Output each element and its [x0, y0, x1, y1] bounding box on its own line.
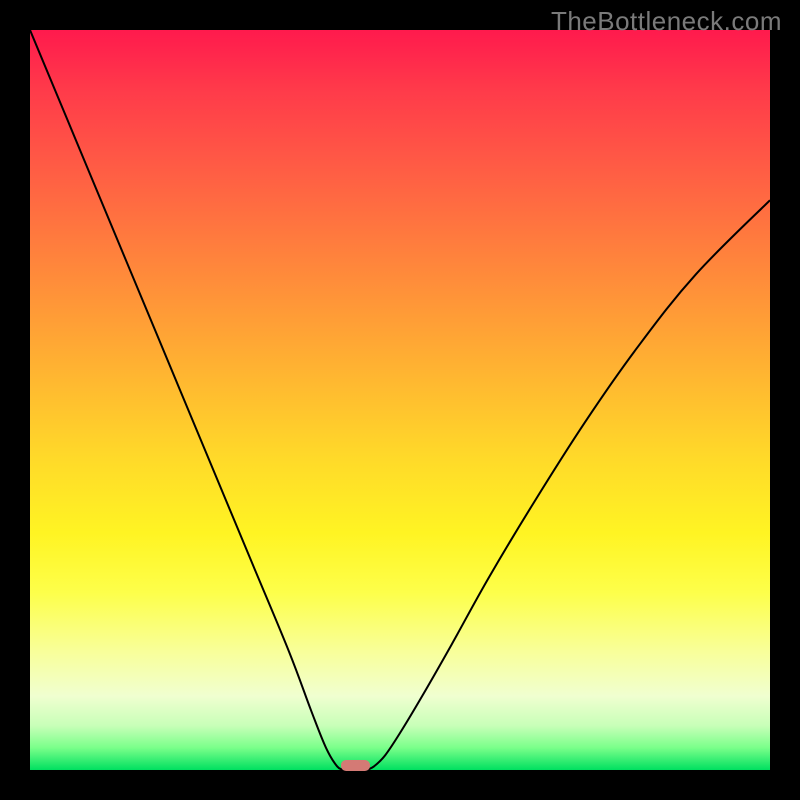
plot-area [30, 30, 770, 770]
watermark-text: TheBottleneck.com [551, 6, 782, 37]
right-curve-path [367, 200, 770, 770]
bottleneck-marker [341, 760, 371, 771]
left-curve-path [30, 30, 345, 770]
chart-frame [30, 30, 770, 770]
curve-layer [30, 30, 770, 770]
